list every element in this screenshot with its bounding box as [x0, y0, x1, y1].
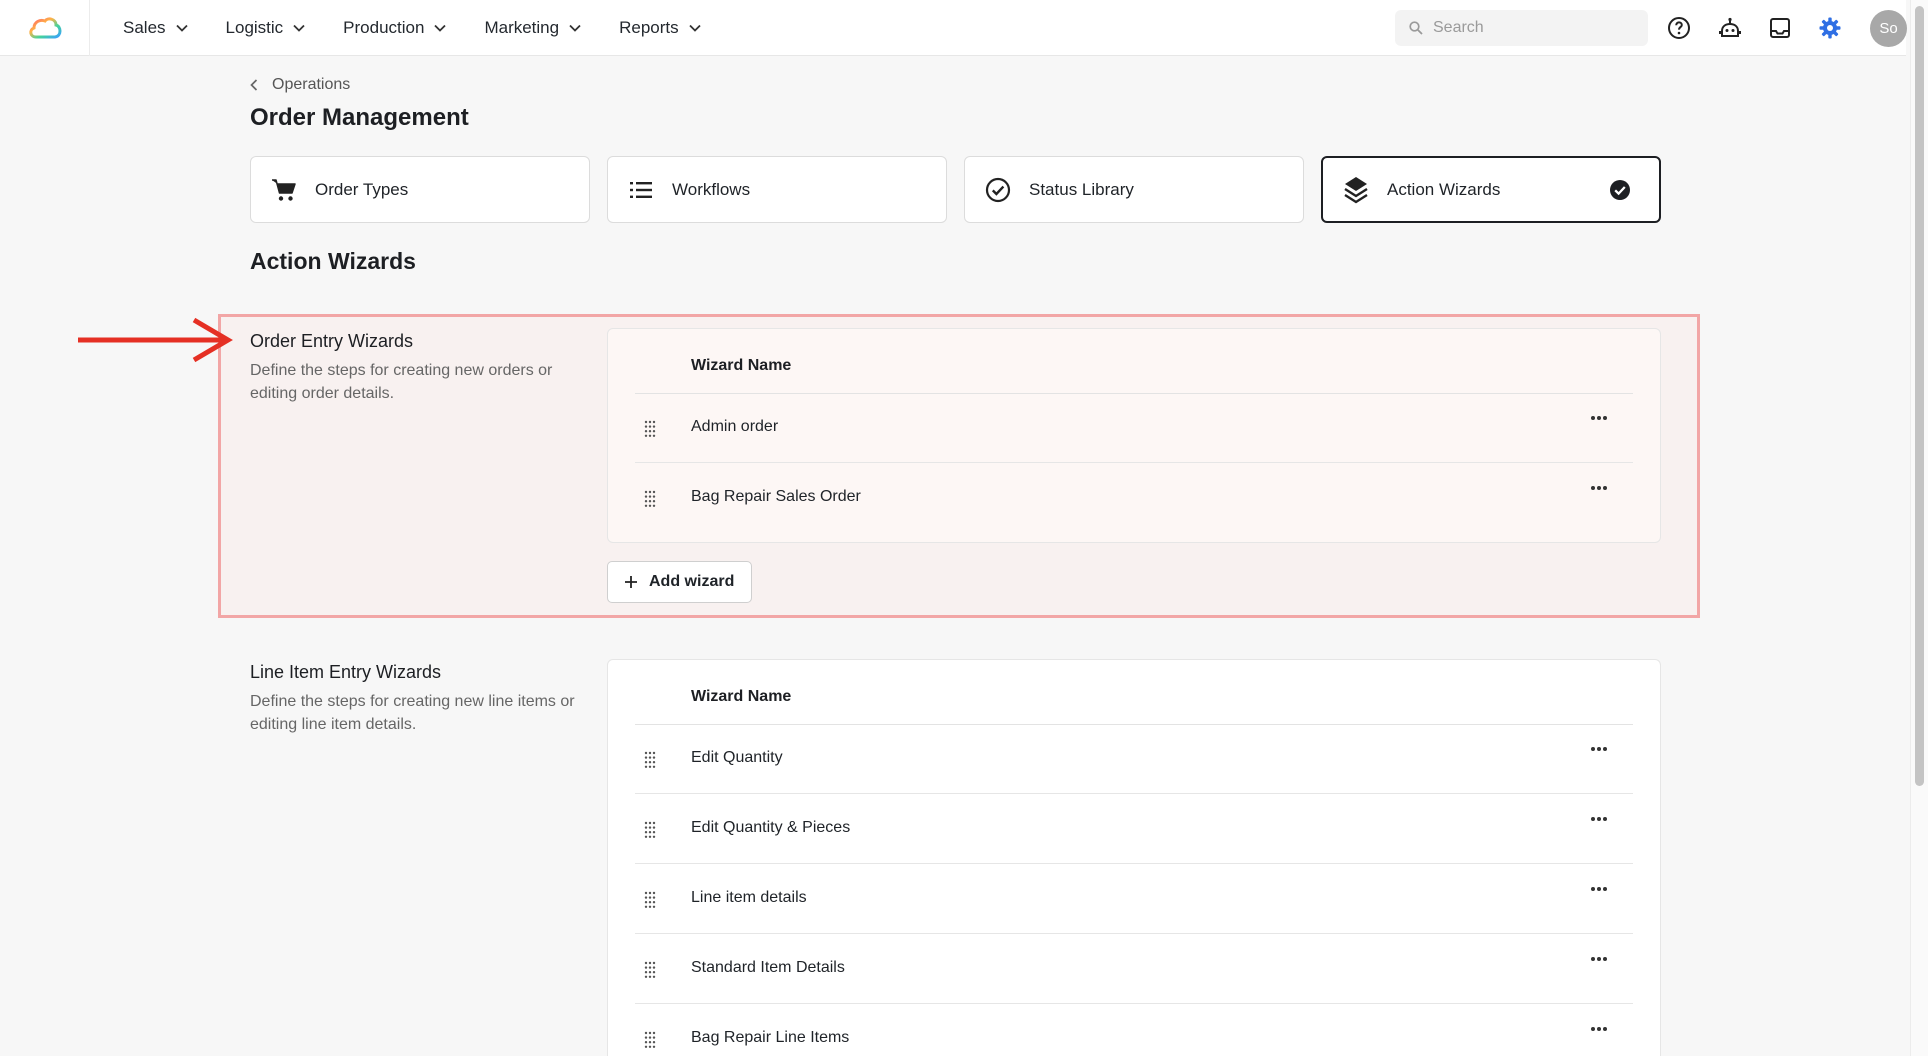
tab-action-wizards[interactable]: Action Wizards	[1321, 156, 1661, 223]
more-options-icon[interactable]	[1590, 816, 1608, 822]
nav-label: Reports	[619, 17, 679, 37]
app-logo[interactable]	[0, 0, 90, 56]
drag-handle-icon[interactable]	[643, 751, 657, 769]
chevron-down-icon	[434, 24, 447, 32]
help-icon[interactable]	[1665, 14, 1693, 42]
chevron-down-icon	[293, 24, 305, 32]
drag-handle-icon[interactable]	[643, 821, 657, 839]
chevron-left-icon	[250, 79, 258, 91]
table-row[interactable]: Admin order	[635, 393, 1633, 463]
table-row[interactable]: Line item details	[635, 864, 1633, 934]
search-placeholder: Search	[1433, 19, 1484, 36]
add-wizard-label: Add wizard	[649, 573, 735, 590]
chevron-down-icon	[175, 24, 188, 32]
table-row[interactable]: Edit Quantity & Pieces	[635, 794, 1633, 864]
drag-handle-icon[interactable]	[643, 490, 657, 508]
page-title: Order Management	[250, 104, 469, 131]
nav-marketing[interactable]: Marketing	[484, 18, 581, 38]
more-options-icon[interactable]	[1590, 746, 1608, 752]
nav-reports[interactable]: Reports	[619, 18, 701, 38]
cloud-logo-icon	[28, 16, 61, 38]
group-title-order-entry: Order Entry Wizards	[250, 331, 414, 351]
more-options-icon[interactable]	[1590, 485, 1608, 491]
wizard-name: Bag Repair Sales Order	[691, 488, 861, 505]
more-options-icon[interactable]	[1590, 1026, 1608, 1032]
tab-order-types[interactable]: Order Types	[250, 156, 590, 223]
group-title-line-item-entry: Line Item Entry Wizards	[250, 662, 442, 682]
table-row[interactable]: Standard Item Details	[635, 934, 1633, 1004]
nav-label: Sales	[123, 17, 166, 37]
tab-label: Order Types	[315, 179, 409, 199]
settings-gear-icon[interactable]	[1816, 14, 1844, 42]
inbox-icon[interactable]	[1766, 14, 1794, 42]
nav-sales[interactable]: Sales	[123, 18, 188, 38]
tab-label: Status Library	[1029, 179, 1134, 199]
drag-handle-icon[interactable]	[643, 961, 657, 979]
wizard-name: Admin order	[691, 418, 779, 435]
tab-workflows[interactable]: Workflows	[607, 156, 947, 223]
table-row[interactable]: Bag Repair Line Items	[635, 1004, 1633, 1056]
page-scrollbar[interactable]	[1910, 0, 1928, 1056]
column-header-wizard-name: Wizard Name	[691, 688, 792, 705]
wizard-name: Bag Repair Line Items	[691, 1029, 850, 1046]
section-title: Action Wizards	[250, 248, 416, 274]
breadcrumb-parent-link[interactable]: Operations	[272, 76, 350, 94]
check-circle-icon	[985, 177, 1011, 203]
avatar-initials: So	[1879, 20, 1898, 37]
more-options-icon[interactable]	[1590, 956, 1608, 962]
user-avatar[interactable]: So	[1870, 10, 1907, 47]
red-arrow-annotation	[76, 316, 236, 373]
column-header-wizard-name: Wizard Name	[691, 357, 792, 374]
search-icon	[1409, 21, 1423, 35]
line-item-wizards-table: Wizard Name Edit Quantity Edit Quantity …	[607, 659, 1661, 1056]
nav-logistic[interactable]: Logistic	[226, 18, 306, 38]
layers-icon	[1343, 176, 1369, 203]
wizard-name: Line item details	[691, 889, 807, 906]
breadcrumb[interactable]: Operations	[250, 76, 350, 94]
more-options-icon[interactable]	[1590, 886, 1608, 892]
bot-assistant-icon[interactable]	[1716, 14, 1744, 42]
drag-handle-icon[interactable]	[643, 420, 657, 438]
wizard-name: Edit Quantity	[691, 749, 783, 766]
table-row[interactable]: Edit Quantity	[635, 724, 1633, 794]
drag-handle-icon[interactable]	[643, 1031, 657, 1049]
main-nav: Sales Logistic Production Marketing Repo…	[123, 18, 739, 38]
nav-label: Production	[343, 17, 425, 37]
more-options-icon[interactable]	[1590, 415, 1608, 421]
table-row[interactable]: Bag Repair Sales Order	[635, 463, 1633, 533]
nav-production[interactable]: Production	[343, 17, 447, 38]
nav-label: Marketing	[484, 17, 560, 37]
nav-label: Logistic	[225, 17, 284, 37]
group-description-line-item-entry: Define the steps for creating new line i…	[250, 693, 575, 733]
group-description-order-entry: Define the steps for creating new orders…	[250, 362, 553, 402]
wizard-name: Edit Quantity & Pieces	[691, 819, 851, 836]
plus-icon	[624, 575, 638, 589]
list-icon	[628, 177, 654, 203]
tab-label: Action Wizards	[1387, 179, 1501, 199]
drag-handle-icon[interactable]	[643, 891, 657, 909]
top-navigation-bar: Sales Logistic Production Marketing Repo…	[0, 0, 1907, 56]
order-entry-wizards-table: Wizard Name Admin order Bag Repair Sales…	[607, 328, 1661, 543]
add-wizard-button[interactable]: Add wizard	[607, 561, 752, 603]
tab-status-library[interactable]: Status Library	[964, 156, 1304, 223]
chevron-down-icon	[569, 24, 581, 32]
chevron-down-icon	[688, 24, 701, 32]
search-input[interactable]: Search	[1395, 10, 1648, 46]
selected-check-icon	[1609, 179, 1631, 201]
wizard-name: Standard Item Details	[691, 959, 845, 976]
cart-icon	[271, 177, 297, 203]
scrollbar-thumb[interactable]	[1915, 6, 1924, 786]
tab-label: Workflows	[672, 179, 751, 199]
